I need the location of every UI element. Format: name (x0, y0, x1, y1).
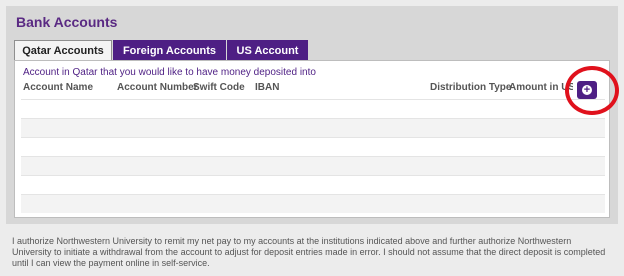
page-title: Bank Accounts (16, 14, 118, 30)
column-header-amount-usd: Amount in USD (509, 82, 573, 93)
tab-us-account[interactable]: US Account (227, 40, 308, 60)
tab-qatar-accounts[interactable]: Qatar Accounts (14, 40, 112, 61)
bank-accounts-panel: Bank Accounts Qatar Accounts Foreign Acc… (6, 6, 618, 224)
column-header-account-name: Account Name (23, 82, 94, 93)
accounts-table-body (21, 99, 605, 213)
column-header-account-number: Account Number (117, 82, 198, 93)
accounts-card: Account in Qatar that you would like to … (14, 60, 610, 218)
column-header-distribution-type: Distribution Type (430, 82, 512, 93)
table-row (21, 194, 605, 213)
table-row (21, 118, 605, 137)
highlight-circle (565, 66, 619, 115)
column-header-swift-code: Swift Code (193, 82, 245, 93)
accounts-description: Account in Qatar that you would like to … (23, 67, 316, 78)
table-header: Account Name Account Number Swift Code I… (15, 82, 609, 96)
tab-foreign-accounts[interactable]: Foreign Accounts (113, 40, 226, 60)
table-row (21, 156, 605, 175)
authorization-text: I authorize Northwestern University to r… (12, 236, 606, 268)
table-row (21, 137, 605, 156)
table-row (21, 99, 605, 118)
table-row (21, 175, 605, 194)
column-header-iban: IBAN (255, 82, 280, 93)
